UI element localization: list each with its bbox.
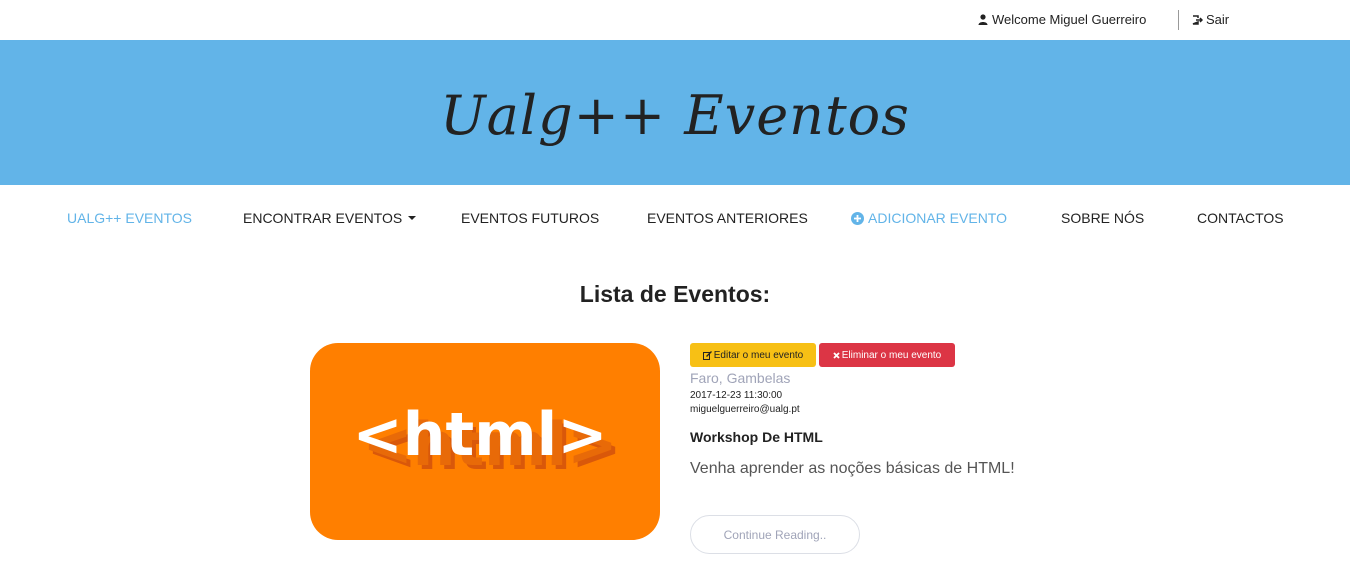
- nav-item-label: SOBRE NÓS: [1061, 210, 1145, 226]
- caret-down-icon: [408, 216, 417, 220]
- nav-item-label: EVENTOS FUTUROS: [461, 210, 600, 226]
- top-bar: Welcome Miguel Guerreiro Sair: [0, 0, 1350, 40]
- nav-item-label: UALG++ EVENTOS: [67, 210, 193, 226]
- nav-item-contacts[interactable]: CONTACTOS: [1197, 210, 1284, 226]
- nav-item-future-events[interactable]: EVENTOS FUTUROS: [461, 210, 599, 226]
- close-icon: [833, 351, 840, 359]
- nav-item-home[interactable]: UALG++ EVENTOS: [67, 210, 192, 226]
- page-title: Lista de Eventos:: [579, 281, 771, 307]
- event-location: Faro, Gambelas: [690, 370, 791, 386]
- event-name: Workshop De HTML: [690, 429, 823, 445]
- welcome-message: Welcome Miguel Guerreiro: [978, 12, 1146, 27]
- nav-item-add-event[interactable]: ADICIONAR EVENTO: [851, 210, 1007, 226]
- topbar-divider: [1178, 10, 1179, 30]
- sign-out-icon: [1192, 14, 1203, 25]
- edit-event-label: Editar o meu evento: [713, 349, 804, 361]
- nav-item-label: ADICIONAR EVENTO: [868, 210, 1007, 226]
- event-email: miguelguerreiro@ualg.pt: [690, 404, 800, 415]
- nav-item-find-events[interactable]: ENCONTRAR EVENTOS: [243, 210, 417, 226]
- edit-icon: [702, 350, 712, 360]
- nav-item-label: EVENTOS ANTERIORES: [647, 210, 808, 226]
- continue-reading-label: Continue Reading..: [723, 527, 827, 542]
- continue-reading-button[interactable]: Continue Reading..: [690, 515, 860, 554]
- plus-circle-icon: [851, 211, 864, 225]
- svg-text:<html>: <html>: [352, 400, 607, 470]
- nav-item-about[interactable]: SOBRE NÓS: [1061, 210, 1144, 226]
- logout-link[interactable]: Sair: [1192, 12, 1229, 27]
- delete-event-button[interactable]: Eliminar o meu evento: [819, 343, 955, 367]
- main-nav: UALG++ EVENTOS ENCONTRAR EVENTOS EVENTOS…: [0, 210, 1350, 234]
- event-datetime: 2017-12-23 11:30:00: [690, 390, 783, 401]
- html-logo-image: <html> <html> <html>: [352, 400, 621, 484]
- delete-event-label: Eliminar o meu evento: [841, 349, 942, 361]
- event-description: Venha aprender as noções básicas de HTML…: [690, 460, 1015, 477]
- nav-item-past-events[interactable]: EVENTOS ANTERIORES: [647, 210, 808, 226]
- user-icon: [978, 14, 988, 25]
- logout-label: Sair: [1206, 12, 1230, 27]
- nav-item-label: CONTACTOS: [1197, 210, 1284, 226]
- site-title: Ualg++ Eventos: [440, 84, 910, 147]
- edit-event-button[interactable]: Editar o meu evento: [690, 343, 816, 367]
- welcome-text: Welcome Miguel Guerreiro: [992, 12, 1147, 27]
- event-image[interactable]: <html> <html> <html>: [310, 343, 660, 540]
- nav-item-label: ENCONTRAR EVENTOS: [243, 210, 403, 226]
